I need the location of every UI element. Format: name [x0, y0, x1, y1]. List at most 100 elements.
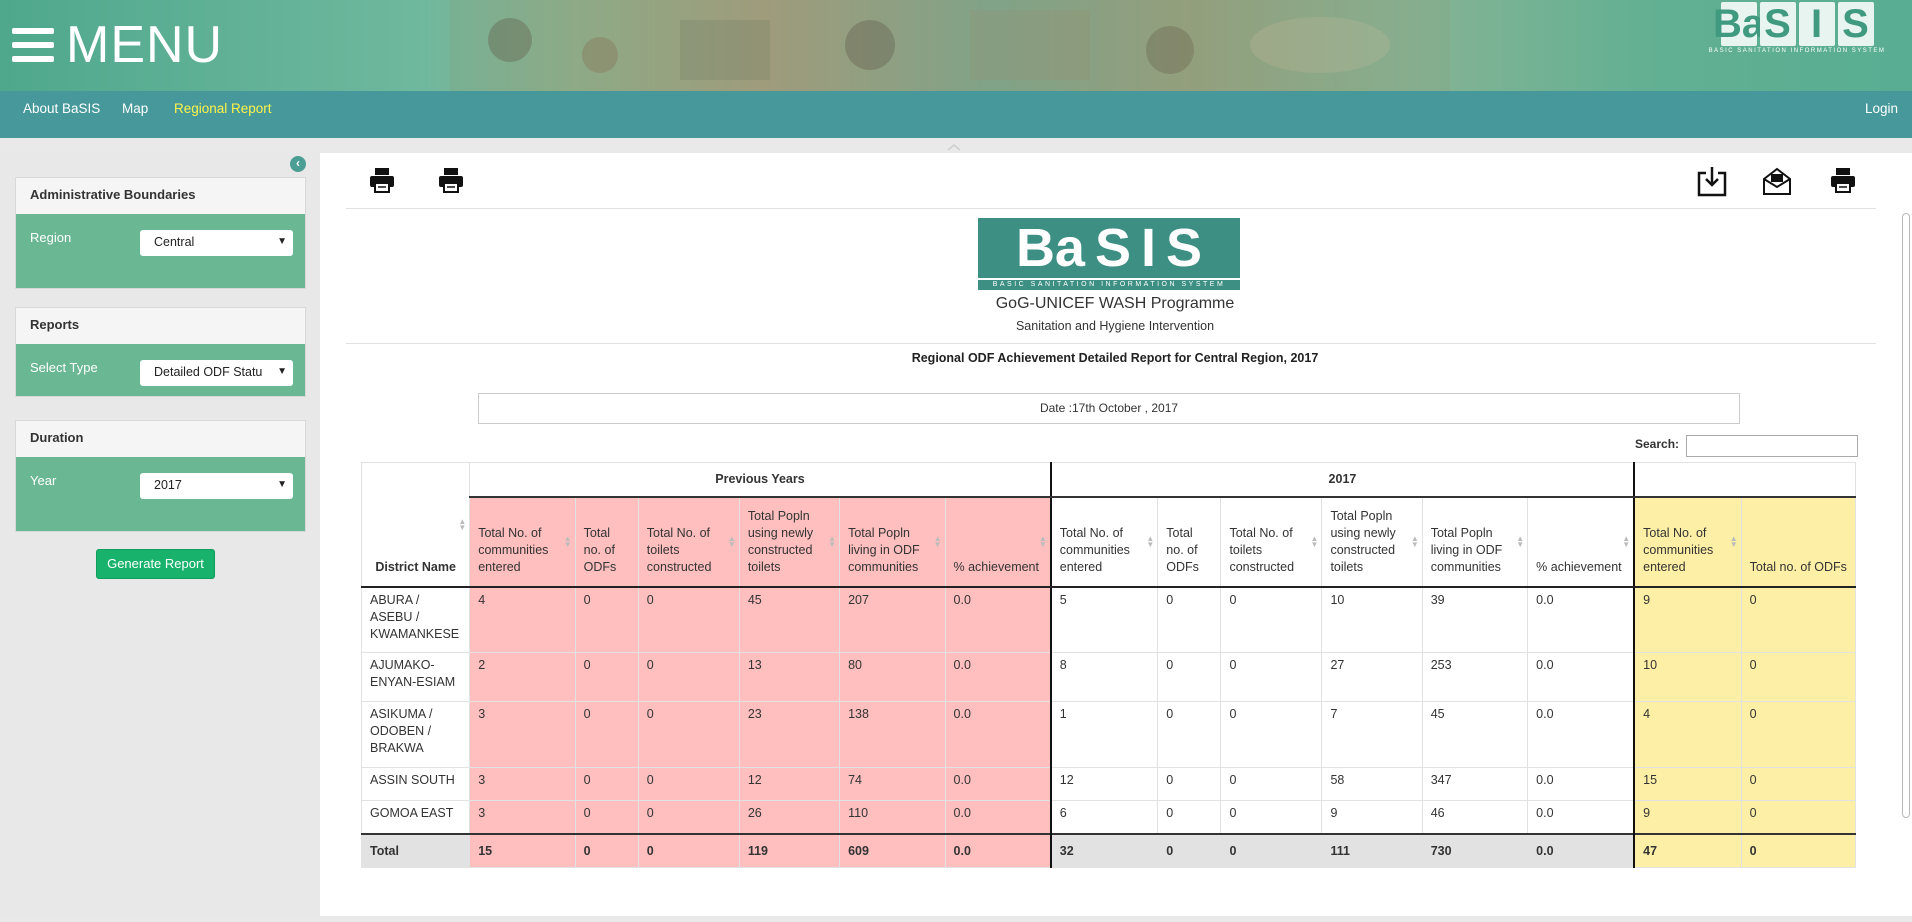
- panel-admin-boundaries: Administrative Boundaries Region Central…: [15, 177, 306, 289]
- region-select[interactable]: Central ▼: [140, 230, 293, 256]
- data-cell: 347: [1421, 767, 1529, 801]
- hamburger-icon: [12, 28, 54, 62]
- col-prev-odfs[interactable]: Total no. of ODFs: [574, 496, 639, 588]
- data-cell: 0: [637, 701, 740, 768]
- col-label: Total No. of communities entered: [1643, 525, 1714, 574]
- data-cell: 0: [1740, 586, 1856, 653]
- print-icon[interactable]: [437, 166, 465, 194]
- caret-down-icon: ▼: [277, 479, 287, 490]
- district-cell: GOMOA EAST: [361, 800, 471, 834]
- total-cell: 32: [1049, 832, 1159, 868]
- data-cell: 0.0: [944, 652, 1052, 702]
- col-cur-toilets[interactable]: Total No. of toilets constructed ▲ ▼: [1220, 496, 1323, 588]
- data-cell: 0: [637, 586, 740, 653]
- caret-down-icon: ▼: [277, 366, 287, 377]
- data-cell: 0: [1220, 701, 1323, 768]
- data-cell: 0.0: [1527, 652, 1635, 702]
- menu-label: MENU: [66, 16, 224, 74]
- col-label: Total Popln living in ODF communities: [848, 525, 920, 574]
- district-cell: AJUMAKO-ENYAN-ESIAM: [361, 652, 471, 702]
- data-cell: 3: [469, 701, 576, 768]
- year-select[interactable]: 2017 ▼: [140, 473, 293, 499]
- nav-login[interactable]: Login: [1865, 101, 1898, 116]
- col-prev-toilets[interactable]: Total No. of toilets constructed ▲ ▼: [637, 496, 740, 588]
- col-prev-popln-toilets[interactable]: Total Popln using newly constructed toil…: [738, 496, 841, 588]
- report-type-select[interactable]: Detailed ODF Statu ▼: [140, 360, 293, 386]
- data-cell: 10: [1321, 586, 1423, 653]
- data-cell: 12: [738, 767, 841, 801]
- col-cur-popln-odf[interactable]: Total Popln living in ODF communities ▲ ▼: [1421, 496, 1529, 588]
- region-label: Region: [30, 230, 72, 245]
- col-cur-communities[interactable]: Total No. of communities entered ▲ ▼: [1049, 496, 1159, 588]
- col-label: Total No. of toilets constructed: [646, 525, 712, 574]
- data-cell: 253: [1421, 652, 1529, 702]
- collapse-sidebar-icon[interactable]: ‹: [290, 156, 306, 172]
- total-cell: 15: [469, 832, 576, 868]
- data-cell: 13: [738, 652, 841, 702]
- nav-regional-report[interactable]: Regional Report: [174, 101, 272, 116]
- panel-title: Administrative Boundaries: [16, 178, 305, 214]
- data-cell: 0.0: [944, 586, 1052, 653]
- data-cell: 0: [1157, 652, 1222, 702]
- data-cell: 80: [839, 652, 946, 702]
- brand-subtitle: BASIC SANITATION INFORMATION SYSTEM: [1708, 48, 1886, 54]
- nav-bar: About BaSIS Map Regional Report Login: [0, 91, 1912, 138]
- nav-about[interactable]: About BaSIS: [23, 101, 100, 116]
- report-table-wrapper[interactable]: District Name ▲ ▼ Previous Years 2017 Tota…: [361, 462, 1856, 870]
- divider: [346, 343, 1876, 344]
- data-cell: 2: [469, 652, 576, 702]
- search-input[interactable]: [1686, 435, 1858, 457]
- col-cur-popln-toilets[interactable]: Total Popln using newly constructed toil…: [1321, 496, 1423, 588]
- data-cell: 0: [1220, 800, 1323, 834]
- table-row: ASSIN SOUTH 3 0 0 12 74 0.0 12 0 0 58 347 0.0 15 0: [361, 767, 1856, 801]
- col-cur-odfs[interactable]: Total no. of ODFs: [1157, 496, 1222, 588]
- print-icon[interactable]: [1829, 166, 1857, 194]
- download-icon[interactable]: [1696, 165, 1728, 197]
- total-cell: 0: [1157, 832, 1222, 868]
- col-prev-popln-odf[interactable]: Total Popln living in ODF communities ▲ ▼: [839, 496, 946, 588]
- nav-map[interactable]: Map: [122, 101, 148, 116]
- generate-report-button[interactable]: Generate Report: [96, 549, 215, 579]
- col-label: Total no. of ODFs: [1749, 559, 1847, 574]
- email-icon[interactable]: [1761, 165, 1793, 197]
- report-title: Regional ODF Achievement Detailed Report…: [911, 351, 1319, 365]
- district-header-label: District Name: [375, 559, 456, 574]
- report-date: Date :17th October , 2017: [478, 393, 1740, 424]
- data-cell: 12: [1049, 767, 1159, 801]
- sort-icon: ▲ ▼: [1410, 533, 1419, 549]
- data-cell: 3: [469, 800, 576, 834]
- menu-button[interactable]: MENU: [12, 18, 223, 72]
- col-tot-odfs[interactable]: Total no. of ODFs: [1740, 496, 1856, 588]
- data-cell: 9: [1633, 586, 1742, 653]
- banner-photo: [450, 0, 1450, 91]
- data-cell: 110: [839, 800, 946, 834]
- chevron-up-icon[interactable]: [946, 143, 962, 151]
- col-prev-achievement[interactable]: % achievement ▲ ▼: [944, 496, 1052, 588]
- report-type-value: Detailed ODF Statu: [154, 365, 263, 379]
- table-row: AJUMAKO-ENYAN-ESIAM 2 0 0 13 80 0.0 8 0 0 27 253 0.0…: [361, 652, 1856, 702]
- col-cur-achievement[interactable]: % achievement ▲ ▼: [1527, 496, 1635, 588]
- data-cell: 0.0: [1527, 701, 1635, 768]
- brand-logo: Ba S I S BASIC SANITATION INFORMATION SY…: [1698, 2, 1896, 55]
- data-cell: 3: [469, 767, 576, 801]
- data-cell: 4: [469, 586, 576, 653]
- print-icon[interactable]: [368, 166, 396, 194]
- sort-icon: ▲ ▼: [1310, 533, 1319, 549]
- data-cell: 0.0: [1527, 586, 1635, 653]
- total-cell: 0: [1740, 832, 1856, 868]
- col-prev-communities[interactable]: Total No. of communities entered ▲ ▼: [469, 496, 576, 588]
- col-tot-communities[interactable]: Total No. of communities entered ▲ ▼: [1633, 496, 1742, 588]
- brand-letter: I: [1798, 2, 1835, 46]
- logo-subtitle: BASIC SANITATION INFORMATION SYSTEM: [978, 280, 1240, 290]
- total-cell: 119: [738, 832, 841, 868]
- district-header[interactable]: District Name ▲ ▼: [361, 462, 471, 588]
- table-body: ABURA / ASEBU / KWAMANKESE 4 0 0 45 207 0.0 5 0 0…: [361, 586, 1856, 834]
- header-banner: MENU Ba S I S BASIC SANITATION INFORMATI…: [0, 0, 1912, 91]
- table-row: ASIKUMA / ODOBEN / BRAKWA 3 0 0 23 138 0.0 1 0 0 7…: [361, 701, 1856, 768]
- programme-subtitle: Sanitation and Hygiene Intervention: [1015, 319, 1215, 333]
- data-cell: 0.0: [1527, 800, 1635, 834]
- panel-title: Duration: [16, 421, 305, 457]
- brand-letter: S: [1837, 2, 1874, 46]
- total-cell: 0.0: [944, 832, 1052, 868]
- data-cell: 26: [738, 800, 841, 834]
